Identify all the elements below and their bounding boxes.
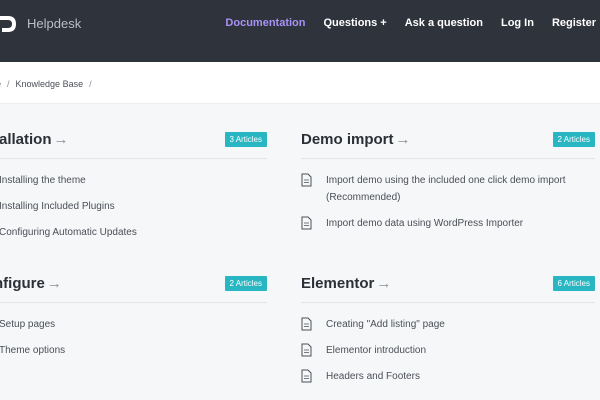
article-list: Setup pages Theme options [0, 316, 267, 368]
divider [0, 302, 267, 303]
article-link[interactable]: Import demo using the included one click… [301, 172, 595, 206]
category-title-text: tallation [0, 131, 52, 148]
article-list: Creating "Add listing" page Elementor in… [301, 316, 595, 394]
nav-ask-question[interactable]: Ask a question [405, 17, 483, 29]
article-title: Installing Included Plugins [0, 201, 115, 212]
article-link[interactable]: Theme options [0, 342, 267, 359]
article-list: Installing the theme Installing Included… [0, 172, 267, 250]
article-count-badge: 2 Articles [224, 276, 267, 291]
nav-questions-label: Questions [323, 17, 378, 29]
article-title: Theme options [0, 345, 66, 356]
breadcrumb-knowledge-base[interactable]: Knowledge Base [16, 79, 84, 89]
category-title-elementor[interactable]: Elementor → [301, 275, 391, 292]
document-icon [301, 343, 312, 357]
article-link[interactable]: Import demo data using WordPress Importe… [301, 215, 595, 232]
nav-login[interactable]: Log In [501, 17, 534, 29]
breadcrumb-home[interactable]: e [0, 79, 1, 89]
article-list: Import demo using the included one click… [301, 172, 595, 241]
helpdesk-logo-icon[interactable] [0, 14, 18, 40]
breadcrumb-separator: / [89, 79, 92, 89]
main-nav: Documentation Questions + Ask a question … [207, 17, 596, 29]
category-title-text: nfigure [0, 275, 45, 292]
plus-icon: + [380, 17, 387, 29]
breadcrumb: e / Knowledge Base / [0, 79, 98, 89]
breadcrumb-bar: e / Knowledge Base / [0, 62, 600, 104]
arrow-right-icon: → [376, 275, 392, 292]
document-icon [301, 317, 312, 331]
arrow-right-icon: → [395, 131, 411, 148]
article-count-badge: 6 Articles [552, 276, 595, 291]
logo-text[interactable]: Helpdesk [27, 16, 81, 31]
nav-questions[interactable]: Questions + [323, 17, 386, 29]
article-count-badge: 3 Articles [224, 132, 267, 147]
article-title: Configuring Automatic Updates [0, 227, 137, 238]
divider [301, 158, 595, 159]
article-link[interactable]: Installing the theme [0, 172, 267, 189]
article-title: Installing the theme [0, 175, 86, 186]
article-link[interactable]: Configuring Automatic Updates [0, 224, 267, 241]
article-title: Creating "Add listing" page [326, 319, 445, 330]
article-link[interactable]: Creating "Add listing" page [301, 316, 595, 333]
nav-documentation[interactable]: Documentation [225, 17, 305, 29]
category-title-configure[interactable]: nfigure→ [0, 275, 62, 292]
article-link[interactable]: Installing Included Plugins [0, 198, 267, 215]
breadcrumb-separator: / [7, 79, 10, 89]
article-link[interactable]: Setup pages [0, 316, 267, 333]
nav-register[interactable]: Register [552, 17, 596, 29]
site-header: Helpdesk Documentation Questions + Ask a … [0, 0, 600, 62]
article-title: Import demo data using WordPress Importe… [326, 218, 524, 229]
document-icon [301, 173, 312, 187]
article-link[interactable]: Elementor introduction [301, 342, 595, 359]
category-title-installation[interactable]: tallation→ [0, 131, 69, 148]
article-count-badge: 2 Articles [552, 132, 595, 147]
arrow-right-icon: → [46, 275, 62, 292]
category-title-demo-import[interactable]: Demo import → [301, 131, 411, 148]
article-title: Headers and Footers [326, 371, 420, 382]
divider [0, 158, 267, 159]
document-icon [301, 369, 312, 383]
article-title: Import demo using the included one click… [326, 175, 566, 203]
category-title-text: Elementor [301, 275, 375, 292]
category-title-text: Demo import [301, 131, 394, 148]
article-link[interactable]: Headers and Footers [301, 368, 595, 385]
article-title: Setup pages [0, 319, 56, 330]
article-title: Elementor introduction [326, 345, 427, 356]
arrow-right-icon: → [53, 131, 69, 148]
document-icon [301, 216, 312, 230]
divider [301, 302, 595, 303]
